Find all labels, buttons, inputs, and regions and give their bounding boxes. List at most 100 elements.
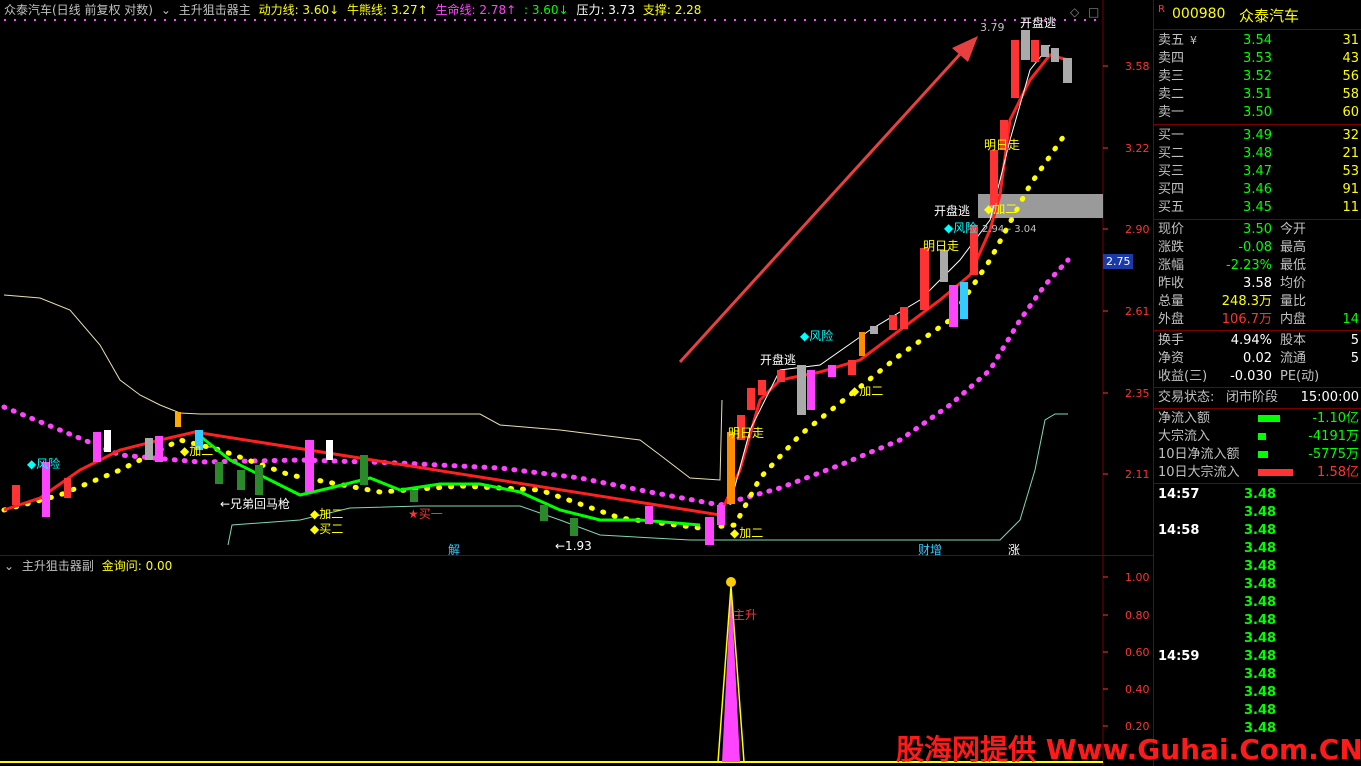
square-icon[interactable]: □: [1088, 5, 1099, 19]
tick-row: 14:58 3.48: [1158, 523, 1277, 538]
tick-row: 3.48: [1244, 631, 1277, 646]
ask-row[interactable]: 卖一 3.50 60: [1154, 104, 1361, 122]
tick-row: 3.48: [1244, 595, 1277, 610]
svg-text:开盘逃: 开盘逃: [760, 352, 796, 367]
tick-row: 14:59 3.48: [1158, 649, 1277, 664]
yali-value: 压力: 3.73: [576, 3, 636, 17]
svg-text:3.22: 3.22: [1125, 142, 1150, 155]
stock-name[interactable]: 众泰汽车: [1239, 5, 1299, 26]
svg-text:3.79: 3.79: [980, 21, 1005, 34]
fund-flow: 净流入额 -1.10亿 大宗流入 -4191万 10日净流入额 -5775万 10日大…: [1154, 409, 1361, 484]
watermark: 股海网提供 Www.Guhai.Com.CN: [896, 733, 1361, 766]
stat-row: 总量 248.3万 量比: [1158, 294, 1307, 309]
yellow-dotted-line: [1, 127, 1071, 531]
svg-text:明日走: 明日走: [728, 426, 764, 440]
ma-line-red: [3, 53, 1069, 517]
chart-area[interactable]: 3.58 3.22 2.90 2.61 2.35 2.11 2.75 ◆风险 ◆…: [0, 0, 1153, 766]
sub-indicator-value: 金询问: 0.00: [101, 559, 173, 573]
flow-row: 大宗流入 -4191万: [1158, 429, 1359, 444]
bid-row[interactable]: 买五 3.45 11: [1154, 199, 1361, 217]
stat-row: 收益(三) -0.030 PE(动): [1158, 369, 1320, 384]
bid-row[interactable]: 买四 3.46 91: [1154, 181, 1361, 199]
indicator-name[interactable]: 主升狙击器主: [179, 3, 251, 17]
purple-dotted-line: [1, 257, 1071, 508]
svg-text:0.80: 0.80: [1125, 609, 1150, 622]
tick-row: 3.48: [1244, 685, 1277, 700]
svg-text:开盘逃: 开盘逃: [1020, 15, 1056, 30]
tick-row: 3.48: [1244, 541, 1277, 556]
money-bag-icon: [726, 577, 736, 587]
svg-text:开盘逃: 开盘逃: [934, 203, 970, 218]
sub-indicator-name[interactable]: 主升狙击器副: [22, 559, 94, 573]
stat-row: 涨跌 -0.08 最高: [1158, 240, 1307, 255]
flow-row: 净流入额 -1.10亿: [1158, 411, 1359, 426]
stat-row: 现价 3.50 今开: [1158, 222, 1307, 237]
svg-text:★买一: ★买一: [408, 507, 443, 521]
ask-row[interactable]: 卖五 ¥3.54 31: [1154, 32, 1361, 50]
svg-text:←兄弟回马枪: ←兄弟回马枪: [220, 496, 290, 511]
stat-row: 涨幅 -2.23% 最低: [1158, 258, 1307, 273]
bid-row[interactable]: 买一 3.49 32: [1154, 127, 1361, 145]
tick-row: 14:57 3.48: [1158, 487, 1277, 502]
svg-text:◆风险: ◆风险: [944, 220, 977, 235]
dongli-value: 3.60↓: [302, 3, 340, 17]
svg-text:◆加二: ◆加二: [850, 384, 883, 398]
svg-text:←1.93: ←1.93: [555, 539, 592, 553]
svg-text:解: 解: [448, 543, 460, 556]
bid-list: 买一 3.49 32 买二 3.48 21 买三 3.47 53 买四 3.46 91 买五 3.…: [1154, 125, 1361, 220]
shengming-extra: : 3.60↓: [523, 3, 569, 17]
ask-row[interactable]: 卖二 3.51 58: [1154, 86, 1361, 104]
chevron-down-icon[interactable]: ⌄: [161, 3, 171, 17]
ask-row[interactable]: 卖三 3.52 56: [1154, 68, 1361, 86]
svg-text:◆加二: ◆加二: [730, 526, 763, 540]
svg-text:2.35: 2.35: [1125, 387, 1150, 400]
trade-status: 交易状态: 闭市阶段 15:00:00: [1154, 388, 1361, 409]
bid-row[interactable]: 买三 3.47 53: [1154, 163, 1361, 181]
shengming-label: 生命线:: [435, 3, 480, 17]
zhicheng-value: 支撑: 2.28: [642, 3, 702, 17]
flow-row: 10日净流入额 -5775万: [1158, 447, 1359, 462]
stat-row: 净资 0.02 流通 5: [1158, 351, 1359, 366]
ask-row[interactable]: 卖四 3.53 43: [1154, 50, 1361, 68]
svg-text:1.00: 1.00: [1125, 571, 1150, 584]
svg-text:◆加二: ◆加二: [310, 507, 343, 521]
svg-text:◆风险: ◆风险: [800, 328, 833, 343]
r-mark: R: [1158, 4, 1165, 15]
diamond-icon[interactable]: ◇: [1070, 5, 1080, 19]
stats2-block: 换手 4.94% 股本 5 净资 0.02 流通 5 收益(三) -0.030 PE(动): [1154, 331, 1361, 388]
tick-row: 3.48: [1244, 559, 1277, 574]
sub-chart-header: ⌄ 主升狙击器副 金询问: 0.00: [4, 558, 176, 574]
quote-title: R 000980 众泰汽车: [1154, 0, 1361, 30]
svg-text:◆加二: ◆加二: [984, 202, 1017, 216]
bid-row[interactable]: 买二 3.48 21: [1154, 145, 1361, 163]
main-kline-chart[interactable]: 3.58 3.22 2.90 2.61 2.35 2.11 2.75 ◆风险 ◆…: [0, 0, 1153, 556]
zhusheng-label: 主升: [733, 608, 757, 622]
tick-row: 3.48: [1244, 505, 1277, 520]
main-chart-header: 众泰汽车(日线 前复权 对数) ⌄ 主升狙击器主 动力线: 3.60↓ 牛熊线:…: [4, 2, 705, 18]
niuxiong-label: 牛熊线:: [347, 3, 391, 17]
svg-text:2.90: 2.90: [1125, 223, 1150, 236]
tick-row: 3.48: [1244, 613, 1277, 628]
chart-title: 众泰汽车(日线 前复权 对数): [4, 3, 153, 17]
tick-row: 3.48: [1244, 667, 1277, 682]
svg-text:涨: 涨: [1008, 542, 1020, 556]
stats-block: 现价 3.50 今开 涨跌 -0.08 最高 涨幅 -2.23% 最低 昨收 3.58 均价 总…: [1154, 220, 1361, 331]
trend-arrow: [678, 36, 978, 364]
tick-row: 3.48: [1244, 577, 1277, 592]
stat-row: 外盘 106.7万 内盘 14: [1158, 312, 1359, 327]
current-price-label: 2.75: [1106, 255, 1131, 268]
tick-list[interactable]: 14:57 3.48 3.48 14:58 3.48 3.48 3.48 3.48 …: [1154, 484, 1361, 738]
ma-line-green: [199, 434, 701, 527]
quote-panel: R 000980 众泰汽车 卖五 ¥3.54 31 卖四 3.53 43 卖三 3.52 5…: [1153, 0, 1361, 766]
svg-text:◆加二: ◆加二: [180, 444, 213, 458]
white-line: [729, 44, 1051, 506]
upper-channel-line: [3, 294, 723, 481]
svg-text:2.94 - 3.04: 2.94 - 3.04: [982, 224, 1037, 235]
annotations: ◆风险 ◆加二 ←兄弟回马枪 ◆加二 ◆买二 ★买一 ←1.93 解 财增 涨 …: [27, 15, 1056, 556]
tick-row: 3.48: [1244, 703, 1277, 718]
svg-text:◆买二: ◆买二: [310, 522, 343, 536]
stock-code[interactable]: 000980: [1172, 6, 1225, 22]
stat-row: 换手 4.94% 股本 5: [1158, 333, 1359, 348]
svg-text:0.60: 0.60: [1125, 646, 1150, 659]
chevron-down-icon[interactable]: ⌄: [4, 559, 14, 573]
